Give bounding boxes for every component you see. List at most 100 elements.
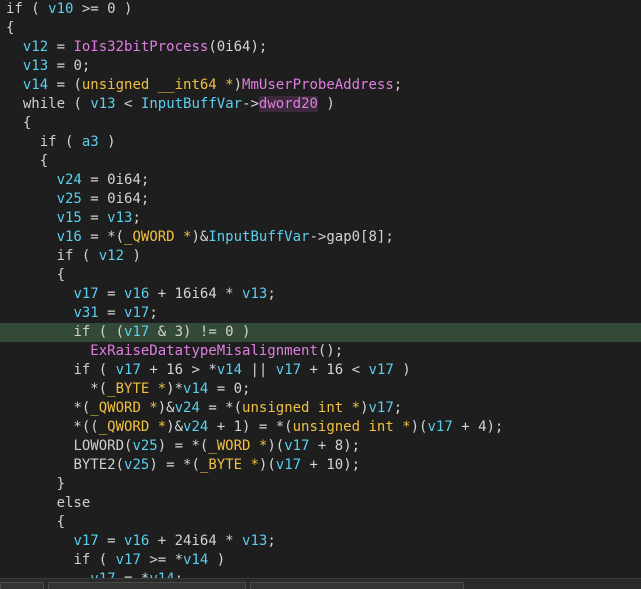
- variable-token[interactable]: v25: [124, 457, 149, 473]
- code-line[interactable]: {: [0, 19, 641, 38]
- variable-token[interactable]: v13: [90, 96, 115, 112]
- code-line[interactable]: if ( a3 ): [0, 133, 641, 152]
- code-line[interactable]: {: [0, 266, 641, 285]
- variable-token[interactable]: v24: [57, 172, 82, 188]
- variable-token[interactable]: v13: [242, 286, 267, 302]
- code-line[interactable]: {: [0, 114, 641, 133]
- code-line[interactable]: v12 = IoIs32bitProcess(0i64);: [0, 38, 641, 57]
- variable-token[interactable]: v14: [149, 571, 174, 578]
- variable-token[interactable]: v17: [124, 324, 149, 340]
- code-text: + 24i64 *: [149, 533, 243, 549]
- function-token[interactable]: MmUserProbeAddress: [242, 77, 394, 93]
- variable-token[interactable]: v13: [23, 58, 48, 74]
- variable-token[interactable]: v25: [132, 438, 157, 454]
- variable-token[interactable]: v17: [124, 305, 149, 321]
- code-line[interactable]: v17 = *v14;: [0, 570, 641, 578]
- pseudocode-view[interactable]: if ( v10 >= 0 ){ v12 = IoIs32bitProcess(…: [0, 0, 641, 578]
- code-line[interactable]: if ( v17 >= *v14 ): [0, 551, 641, 570]
- code-text: = *(: [81, 229, 125, 245]
- variable-token[interactable]: v14: [183, 381, 208, 397]
- code-line[interactable]: {: [0, 513, 641, 532]
- variable-token[interactable]: v16: [124, 533, 149, 549]
- code-text: = 0;: [208, 381, 251, 397]
- variable-token[interactable]: v17: [73, 533, 98, 549]
- code-line-highlighted[interactable]: if ( (v17 & 3) != 0 ): [0, 323, 641, 342]
- code-line[interactable]: *(_BYTE *)*v14 = 0;: [0, 380, 641, 399]
- code-line[interactable]: v31 = v17;: [0, 304, 641, 323]
- variable-token[interactable]: v31: [73, 305, 98, 321]
- code-line[interactable]: else: [0, 494, 641, 513]
- function-token[interactable]: ExRaiseDatatypeMisalignment: [90, 343, 318, 359]
- variable-token[interactable]: v17: [427, 419, 452, 435]
- variable-token[interactable]: v15: [57, 210, 82, 226]
- code-line[interactable]: v25 = 0i64;: [0, 190, 641, 209]
- code-line[interactable]: if ( v10 >= 0 ): [0, 0, 641, 19]
- code-text: *(: [6, 381, 108, 397]
- code-line[interactable]: v15 = v13;: [0, 209, 641, 228]
- code-text: + 16 > *: [140, 362, 217, 378]
- code-line[interactable]: while ( v13 < InputBuffVar->dword20 ): [0, 95, 641, 114]
- code-line[interactable]: v17 = v16 + 16i64 * v13;: [0, 285, 641, 304]
- code-text: = *: [116, 571, 149, 578]
- code-line[interactable]: v24 = 0i64;: [0, 171, 641, 190]
- function-token[interactable]: IoIs32bitProcess: [73, 39, 208, 55]
- variable-token[interactable]: v17: [369, 400, 394, 416]
- code-line[interactable]: if ( v12 ): [0, 247, 641, 266]
- variable-token[interactable]: v17: [369, 362, 394, 378]
- variable-token[interactable]: v17: [73, 286, 98, 302]
- variable-token[interactable]: a3: [82, 134, 99, 150]
- variable-token[interactable]: v13: [242, 533, 267, 549]
- keyword-token: if: [39, 134, 57, 150]
- code-line[interactable]: v14 = (unsigned __int64 *)MmUserProbeAdd…: [0, 76, 641, 95]
- variable-token[interactable]: v14: [183, 552, 208, 568]
- code-line[interactable]: *(_QWORD *)&v24 = *(unsigned int *)v17;: [0, 399, 641, 418]
- code-line[interactable]: v17 = v16 + 24i64 * v13;: [0, 532, 641, 551]
- variable-token[interactable]: v17: [116, 362, 141, 378]
- code-text: ->gap0[8];: [309, 229, 394, 245]
- code-line[interactable]: v13 = 0;: [0, 57, 641, 76]
- code-text: + 1) = *(: [208, 419, 293, 435]
- code-line[interactable]: if ( v17 + 16 > *v14 || v17 + 16 < v17 ): [0, 361, 641, 380]
- variable-token[interactable]: v17: [116, 552, 141, 568]
- variable-token[interactable]: v17: [276, 457, 301, 473]
- variable-token[interactable]: v10: [48, 1, 73, 17]
- type-token: _QWORD *: [98, 419, 167, 435]
- variable-token[interactable]: v12: [23, 39, 48, 55]
- variable-token[interactable]: InputBuffVar: [208, 229, 309, 245]
- variable-token[interactable]: v13: [107, 210, 132, 226]
- variable-token[interactable]: v12: [99, 248, 124, 264]
- variable-token[interactable]: v25: [57, 191, 82, 207]
- code-text: + 16 <: [301, 362, 369, 378]
- variable-token[interactable]: v17: [276, 362, 301, 378]
- code-line[interactable]: ExRaiseDatatypeMisalignment();: [0, 342, 641, 361]
- code-text: )&: [157, 400, 175, 416]
- code-line[interactable]: LOWORD(v25) = *(_WORD *)(v17 + 8);: [0, 437, 641, 456]
- variable-token[interactable]: v17: [90, 571, 115, 578]
- field-token[interactable]: dword20: [258, 96, 318, 112]
- variable-token[interactable]: v16: [57, 229, 82, 245]
- code-text: ): [360, 400, 369, 416]
- code-text: (: [90, 362, 116, 378]
- code-line[interactable]: *((_QWORD *)&v24 + 1) = *(unsigned int *…: [0, 418, 641, 437]
- code-text: = *(: [199, 400, 243, 416]
- variable-token[interactable]: InputBuffVar: [141, 96, 242, 112]
- variable-token[interactable]: v16: [124, 286, 149, 302]
- variable-token[interactable]: v24: [183, 419, 208, 435]
- code-text: )(: [258, 457, 276, 473]
- variable-token[interactable]: v24: [175, 400, 200, 416]
- code-line[interactable]: }: [0, 475, 641, 494]
- type-token: _QWORD *: [90, 400, 158, 416]
- variable-token[interactable]: v14: [217, 362, 242, 378]
- code-text: {: [6, 514, 66, 530]
- variable-token[interactable]: v14: [23, 77, 48, 93]
- code-text: = (: [48, 77, 82, 93]
- variable-token[interactable]: v17: [284, 438, 309, 454]
- code-text: ) = *(: [149, 457, 200, 473]
- keyword-token: if: [6, 1, 23, 17]
- code-line[interactable]: v16 = *(_QWORD *)&InputBuffVar->gap0[8];: [0, 228, 641, 247]
- code-text: ( (: [90, 324, 125, 340]
- code-text: {: [6, 115, 32, 131]
- code-line[interactable]: {: [0, 152, 641, 171]
- code-line[interactable]: BYTE2(v25) = *(_BYTE *)(v17 + 10);: [0, 456, 641, 475]
